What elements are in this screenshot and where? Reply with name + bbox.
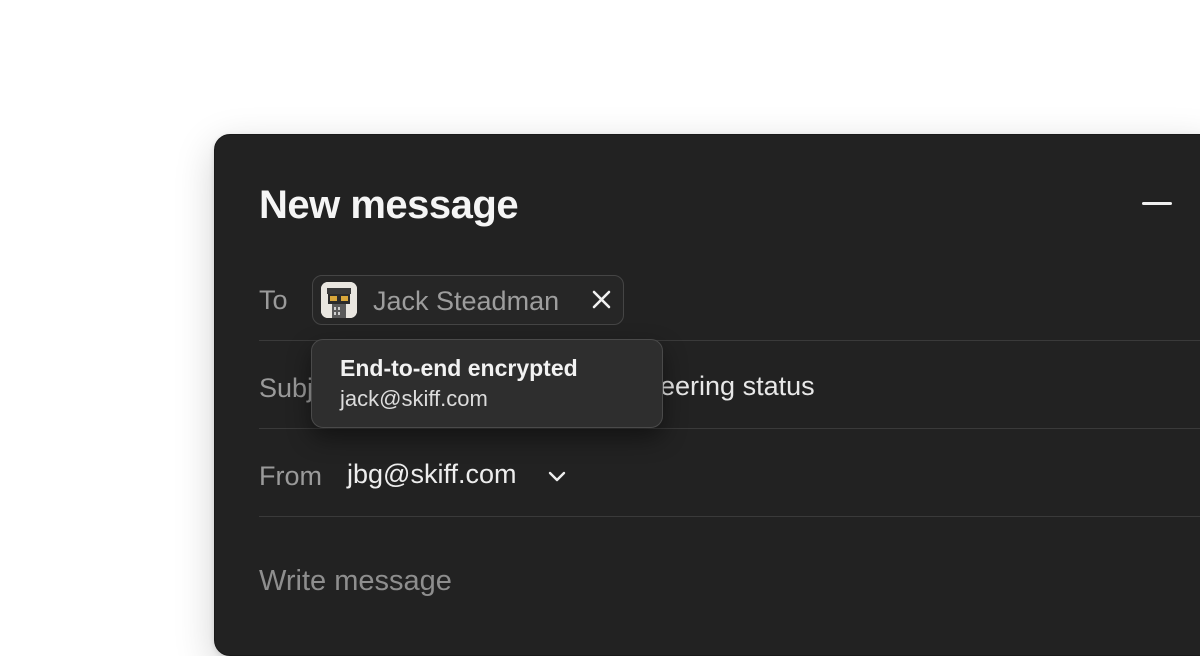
recipient-chip[interactable]: Jack Steadman (312, 275, 624, 325)
subject-input[interactable]: neering status (645, 371, 815, 402)
subject-label: Subj (259, 373, 314, 403)
recipient-name: Jack Steadman (373, 286, 560, 316)
to-label: To (259, 285, 288, 315)
divider (259, 428, 1200, 429)
divider (259, 516, 1200, 517)
compose-title: New message (259, 183, 519, 227)
close-icon[interactable] (589, 286, 615, 314)
recipient-tooltip: End-to-end encrypted jack@skiff.com (311, 339, 663, 428)
chevron-down-icon[interactable] (547, 469, 567, 485)
minimize-icon[interactable] (1142, 202, 1172, 205)
from-select[interactable]: jbg@skiff.com (347, 459, 516, 490)
encryption-status: End-to-end encrypted (340, 355, 578, 381)
recipient-email: jack@skiff.com (340, 386, 488, 411)
from-label: From (259, 461, 322, 491)
avatar (321, 282, 357, 318)
message-body-input[interactable]: Write message (259, 565, 452, 598)
